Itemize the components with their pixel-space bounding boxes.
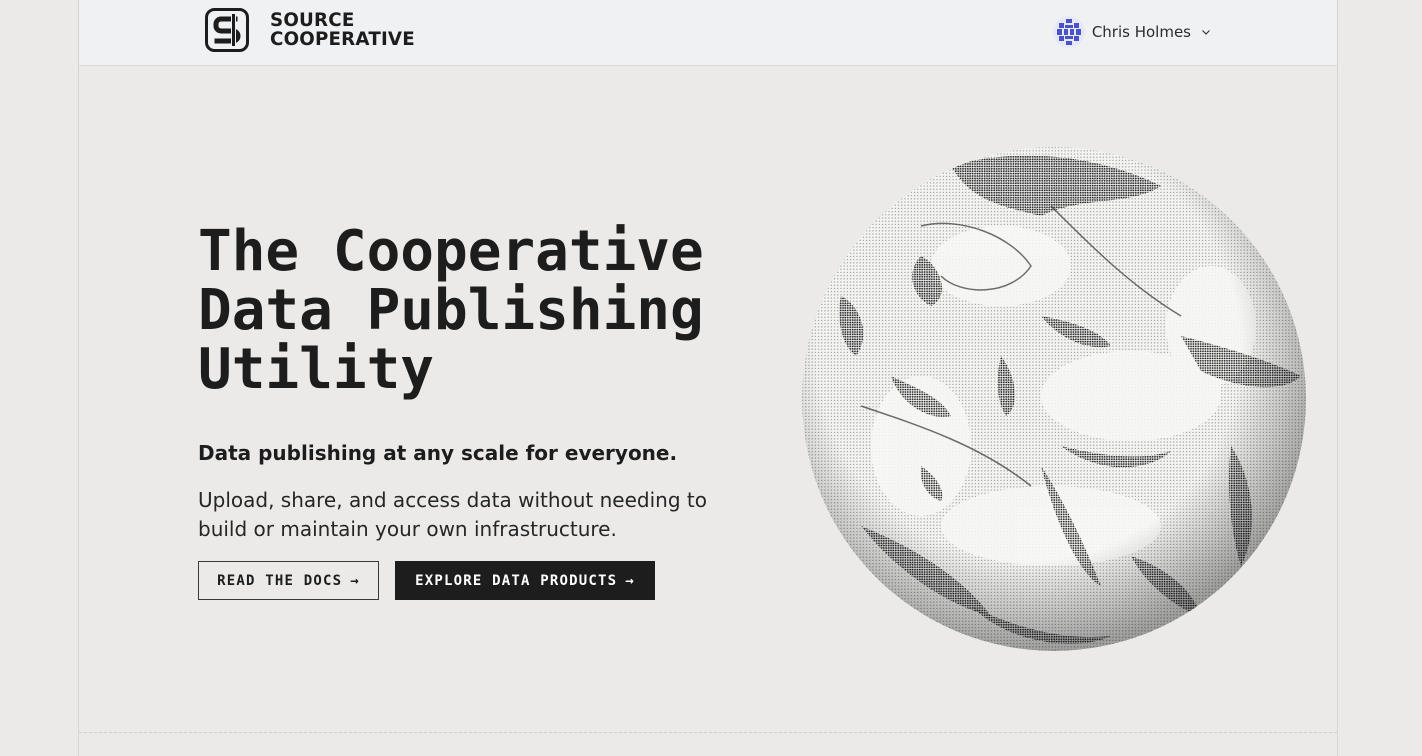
user-name: Chris Holmes — [1091, 23, 1191, 41]
user-menu[interactable]: Chris Holmes — [1052, 16, 1211, 48]
earth-globe-image — [802, 147, 1306, 651]
hero-title-line-2: Data Publishing — [198, 278, 704, 343]
logo-wordmark: SOURCE COOPERATIVE — [270, 11, 415, 49]
explore-data-products-label: EXPLORE DATA PRODUCTS — [415, 572, 618, 589]
hero-title-line-1: The Cooperative — [198, 219, 704, 284]
hero-description: Upload, share, and access data without n… — [198, 488, 707, 541]
source-cooperative-logo[interactable]: SOURCE COOPERATIVE — [205, 8, 421, 52]
arrow-right-icon: → — [625, 572, 635, 589]
page-frame: SOURCE COOPERATIVE Chris Holmes The Coop… — [78, 0, 1338, 756]
logo-line-2: COOPERATIVE — [270, 28, 415, 50]
read-the-docs-button[interactable]: READ THE DOCS → — [198, 561, 379, 600]
explore-data-products-button[interactable]: EXPLORE DATA PRODUCTS → — [395, 561, 655, 600]
arrow-right-icon: → — [350, 572, 360, 589]
logo-s-icon — [205, 8, 249, 52]
top-navigation-bar: SOURCE COOPERATIVE Chris Holmes — [79, 0, 1337, 66]
chevron-down-icon — [1202, 30, 1210, 35]
hero-title: The Cooperative Data Publishing Utility — [198, 222, 704, 399]
section-divider — [79, 732, 1337, 733]
avatar — [1052, 16, 1085, 48]
hero-tagline: Data publishing at any scale for everyon… — [198, 441, 678, 465]
read-the-docs-label: READ THE DOCS — [217, 572, 343, 589]
hero-title-line-3: Utility — [198, 337, 435, 402]
